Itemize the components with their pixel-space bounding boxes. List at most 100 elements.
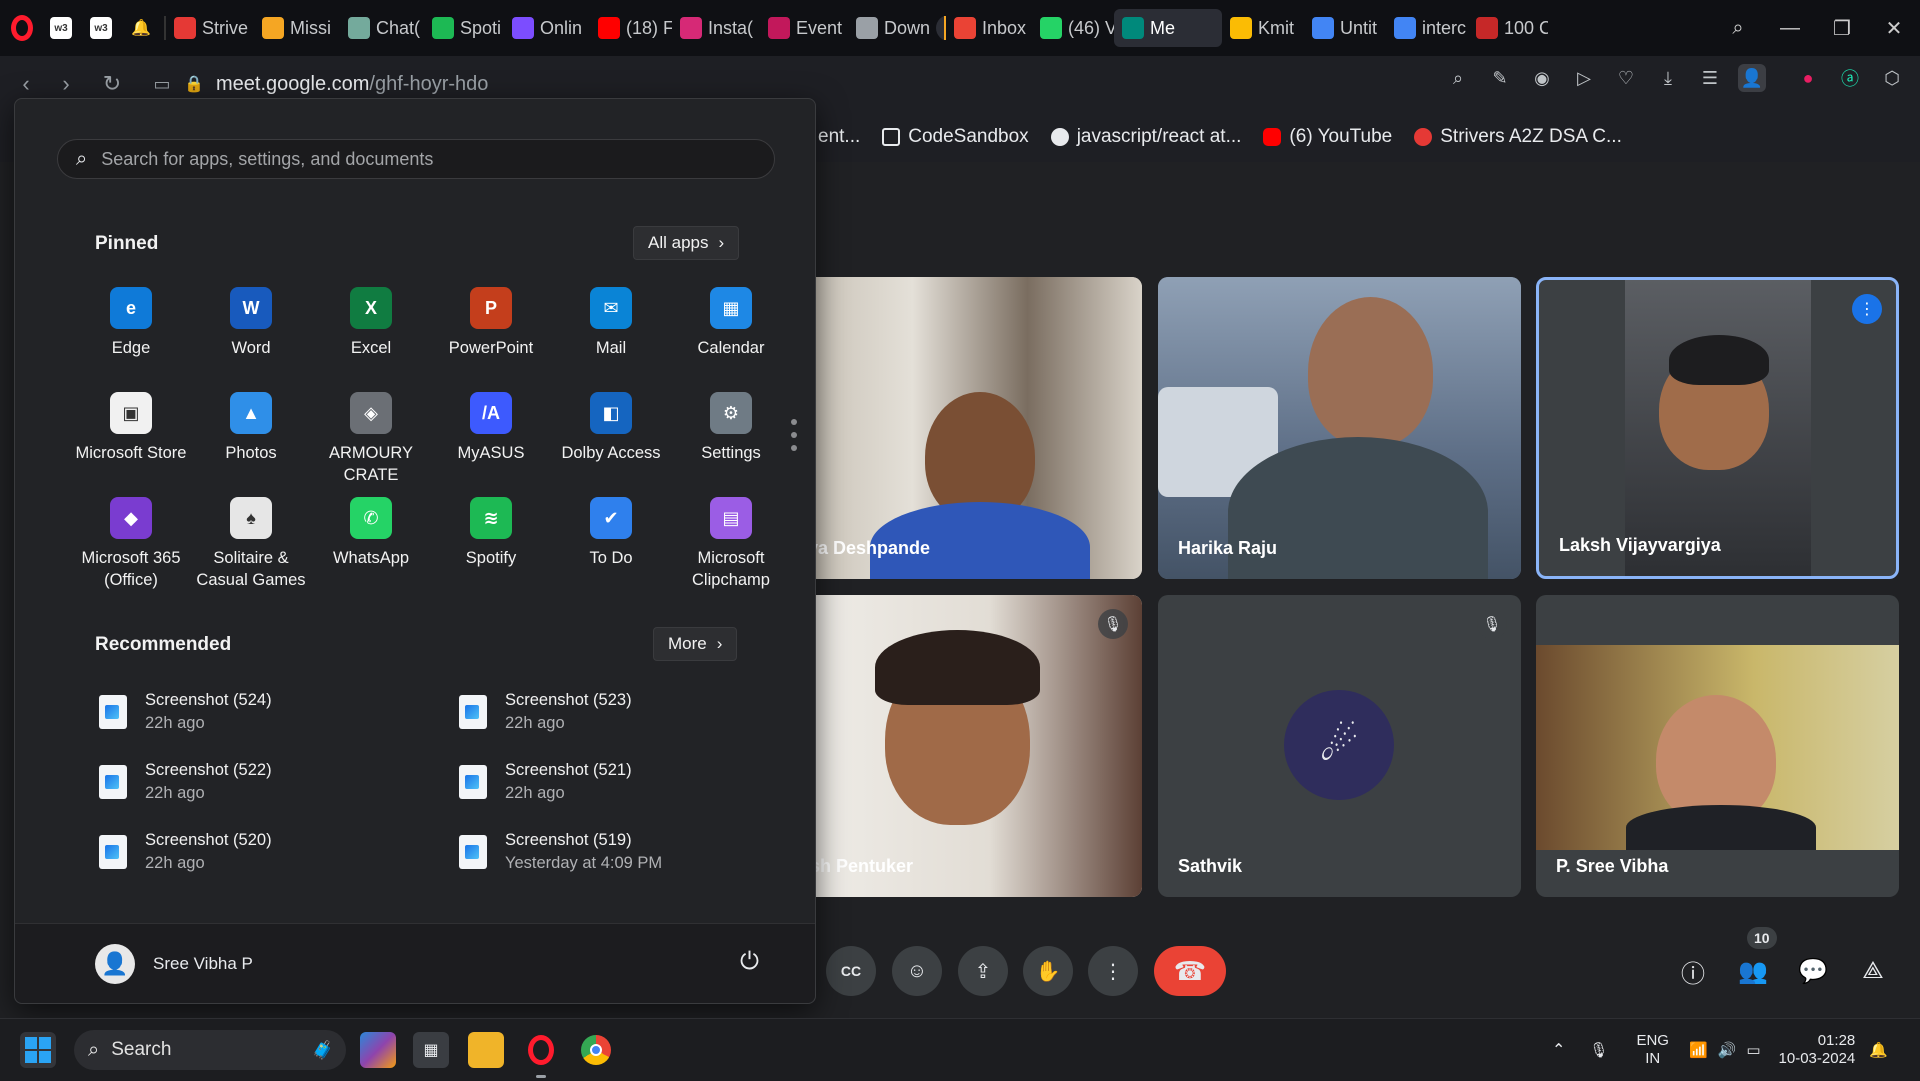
- easy-setup-icon[interactable]: ☰: [1696, 64, 1724, 92]
- browser-tab[interactable]: 100 C: [1468, 9, 1548, 47]
- tab-search-icon[interactable]: ⌕: [1712, 0, 1764, 56]
- notification-bell-icon[interactable]: 🔔: [1869, 1041, 1888, 1059]
- user-avatar-icon[interactable]: 👤: [95, 943, 135, 984]
- pinned-app[interactable]: P PowerPoint: [431, 287, 551, 359]
- pinned-app[interactable]: ◧ Dolby Access: [551, 392, 671, 464]
- file-explorer-icon[interactable]: [468, 1032, 504, 1068]
- browser-tab[interactable]: Chat(: [340, 9, 424, 47]
- browser-tab[interactable]: (18) F: [590, 9, 672, 47]
- bookmark-codesandbox[interactable]: CodeSandbox: [882, 126, 1029, 148]
- snapshot-icon[interactable]: ◉: [1528, 64, 1556, 92]
- clock[interactable]: 01:28 10-03-2024: [1779, 1032, 1856, 1068]
- profile-icon[interactable]: 👤: [1738, 64, 1766, 92]
- bookmark-ent[interactable]: ent...: [818, 126, 860, 148]
- pinned-app[interactable]: e Edge: [71, 287, 191, 359]
- pinned-app[interactable]: W Word: [191, 287, 311, 359]
- captions-button[interactable]: CC: [826, 946, 876, 996]
- browser-tab[interactable]: Down+: [848, 9, 944, 47]
- participant-tile[interactable]: Harika Raju: [1158, 277, 1521, 579]
- volume-icon[interactable]: 🔊: [1718, 1041, 1737, 1059]
- recommended-item[interactable]: Screenshot (521) 22h ago: [459, 759, 632, 805]
- more-button[interactable]: More ›: [653, 627, 738, 661]
- browser-tab[interactable]: Missi: [254, 9, 340, 47]
- download-icon[interactable]: ⤓: [1654, 64, 1682, 92]
- people-icon[interactable]: 👥 10: [1733, 927, 1777, 991]
- chrome-icon[interactable]: [578, 1032, 614, 1068]
- present-screen-button[interactable]: ⇪: [958, 946, 1008, 996]
- chat-icon[interactable]: 💬: [1793, 951, 1833, 991]
- pinned-app[interactable]: ≋ Spotify: [431, 497, 551, 569]
- activities-icon[interactable]: ⟁: [1853, 951, 1893, 991]
- recommended-item[interactable]: Screenshot (523) 22h ago: [459, 689, 632, 735]
- pinned-app[interactable]: ⚙ Settings: [671, 392, 791, 464]
- page-dots[interactable]: [791, 419, 797, 451]
- recommended-item[interactable]: Screenshot (519) Yesterday at 4:09 PM: [459, 829, 662, 875]
- start-search-input[interactable]: ⌕ Search for apps, settings, and documen…: [57, 139, 775, 179]
- language-indicator[interactable]: ENG IN: [1636, 1032, 1669, 1068]
- lens-search-icon[interactable]: ⌕: [1444, 64, 1472, 92]
- pinned-app[interactable]: /A MyASUS: [431, 392, 551, 464]
- bookmark-youtube[interactable]: (6) YouTube: [1263, 126, 1392, 148]
- pinned-app[interactable]: ◈ ARMOURY CRATE: [311, 392, 431, 486]
- power-icon[interactable]: ⏻: [740, 948, 759, 976]
- browser-tab[interactable]: Insta(: [672, 9, 760, 47]
- show-hidden-icons-chevron-icon[interactable]: ⌃: [1552, 1040, 1565, 1060]
- pinned-app[interactable]: ▤ Microsoft Clipchamp: [671, 497, 791, 591]
- pinned-app[interactable]: ✉ Mail: [551, 287, 671, 359]
- calculator-icon[interactable]: ▦: [413, 1032, 449, 1068]
- browser-tab[interactable]: Spoti: [424, 9, 504, 47]
- pinned-app[interactable]: ▦ Calendar: [671, 287, 791, 359]
- windows-start-icon[interactable]: [20, 1032, 56, 1068]
- opera-logo-icon[interactable]: [0, 0, 44, 56]
- browser-tab[interactable]: Inbox: [946, 9, 1032, 47]
- participant-tile[interactable]: P. Sree Vibha: [1536, 595, 1899, 897]
- taskbar-search[interactable]: ⌕ Search 🧳: [74, 1030, 346, 1070]
- browser-tab[interactable]: Strive: [166, 9, 254, 47]
- browser-tab[interactable]: Onlin: [504, 9, 590, 47]
- w3schools-tab[interactable]: w3: [44, 9, 84, 47]
- participant-tile-speaking[interactable]: ⋮ Laksh Vijayvargiya: [1536, 277, 1899, 579]
- participant-tile[interactable]: ☄ 🎙 Sathvik: [1158, 595, 1521, 897]
- browser-tab[interactable]: (46) V: [1032, 9, 1114, 47]
- wifi-icon[interactable]: 📶: [1689, 1041, 1708, 1059]
- recommended-item[interactable]: Screenshot (522) 22h ago: [99, 759, 272, 805]
- restore-button[interactable]: ❐: [1816, 0, 1868, 56]
- battery-icon[interactable]: ▭: [1746, 1041, 1760, 1059]
- new-tab-plus-icon[interactable]: +: [936, 15, 944, 41]
- browser-tab[interactable]: interc: [1386, 9, 1468, 47]
- raise-hand-button[interactable]: ✋: [1023, 946, 1073, 996]
- microphone-icon[interactable]: 🎙: [1589, 1041, 1608, 1059]
- pinned-app[interactable]: ✔ To Do: [551, 497, 671, 569]
- browser-tab[interactable]: Event: [760, 9, 848, 47]
- participant-tile[interactable]: harva Deshpande: [760, 277, 1142, 579]
- bookmark-github[interactable]: javascript/react at...: [1050, 126, 1241, 148]
- recommended-item[interactable]: Screenshot (524) 22h ago: [99, 689, 272, 735]
- extension-sr-icon[interactable]: ●: [1794, 64, 1822, 92]
- heart-icon[interactable]: ♡: [1612, 64, 1640, 92]
- leave-call-button[interactable]: ☎: [1154, 946, 1226, 996]
- browser-tab[interactable]: Me: [1114, 9, 1222, 47]
- participant-tile[interactable]: 🎙 ailesh Pentuker: [760, 595, 1142, 897]
- url-field[interactable]: meet.google.com/ghf-hoyr-hdo: [216, 73, 488, 96]
- bookmark-strivers[interactable]: Strivers A2Z DSA C...: [1414, 126, 1622, 148]
- reactions-button[interactable]: ☺: [892, 946, 942, 996]
- pinned-app[interactable]: ▣ Microsoft Store: [71, 392, 191, 464]
- browser-tab[interactable]: Untit: [1304, 9, 1386, 47]
- more-options-button[interactable]: ⋮: [1088, 946, 1138, 996]
- opera-taskbar-icon[interactable]: [523, 1032, 559, 1068]
- minimize-button[interactable]: —: [1764, 0, 1816, 56]
- copilot-icon[interactable]: [360, 1032, 396, 1068]
- extension-a-icon[interactable]: ⓐ: [1836, 64, 1864, 92]
- all-apps-button[interactable]: All apps ›: [633, 226, 740, 260]
- pinned-app[interactable]: ▲ Photos: [191, 392, 311, 464]
- w3schools-tab-2[interactable]: w3: [84, 9, 124, 47]
- extensions-cube-icon[interactable]: ⬡: [1878, 64, 1906, 92]
- send-icon[interactable]: ▷: [1570, 64, 1598, 92]
- meeting-info-icon[interactable]: ⓘ: [1673, 951, 1713, 991]
- pinned-app[interactable]: X Excel: [311, 287, 431, 359]
- recommended-item[interactable]: Screenshot (520) 22h ago: [99, 829, 272, 875]
- pinned-app[interactable]: ✆ WhatsApp: [311, 497, 431, 569]
- edit-icon[interactable]: ✎: [1486, 64, 1514, 92]
- pinned-app[interactable]: ◆ Microsoft 365 (Office): [71, 497, 191, 591]
- notification-tab[interactable]: 🔔: [124, 9, 164, 47]
